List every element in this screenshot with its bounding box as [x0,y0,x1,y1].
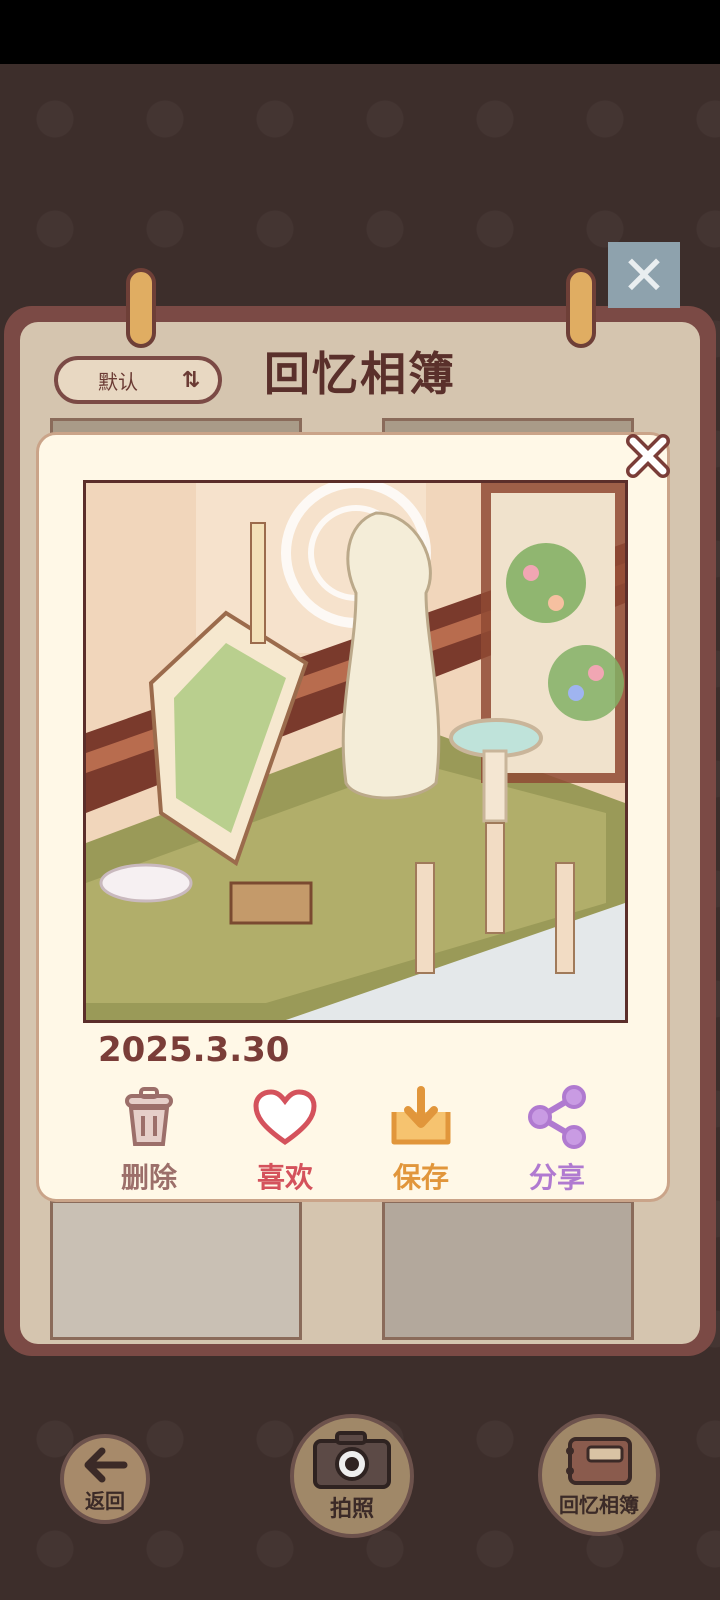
delete-button[interactable]: 删除 [79,1082,219,1194]
memory-album-button[interactable]: 回忆相簿 [538,1414,660,1536]
download-icon [391,1086,451,1145]
heart-icon [253,1089,317,1146]
back-label: 返回 [85,1488,125,1513]
binder-ring-right [566,268,596,348]
photo-date: 2025.3.30 [98,1030,290,1070]
binder-ring-left [126,268,156,348]
album-thumbnail[interactable] [50,1200,302,1340]
trash-icon [125,1087,173,1146]
album-close-button[interactable]: ✕ [608,242,680,308]
save-button[interactable]: 保存 [351,1082,491,1194]
camera-icon [313,1431,391,1489]
take-photo-button[interactable]: 拍照 [290,1414,414,1538]
close-icon [626,434,670,478]
sort-icon: ⇅ [181,367,200,393]
back-button[interactable]: 返回 [60,1434,150,1524]
share-label: 分享 [528,1161,585,1194]
share-button[interactable]: 分享 [487,1082,627,1194]
album-thumbnail[interactable] [382,1200,634,1340]
scene-illustration [86,483,625,1020]
share-icon [528,1085,586,1149]
photo-label: 拍照 [329,1497,374,1522]
like-label: 喜欢 [256,1161,313,1194]
save-label: 保存 [392,1161,449,1194]
close-icon: ✕ [621,243,667,307]
like-button[interactable]: 喜欢 [215,1082,355,1194]
sort-button[interactable]: 默认 ⇅ [54,356,222,404]
dialog-close-button[interactable] [622,430,674,482]
delete-label: 删除 [120,1161,177,1194]
album-label: 回忆相簿 [559,1492,639,1517]
arrow-left-icon [84,1447,128,1482]
sort-label: 默认 [98,369,138,394]
photo-image [83,480,628,1023]
album-icon [566,1436,632,1485]
status-bar [0,0,720,64]
